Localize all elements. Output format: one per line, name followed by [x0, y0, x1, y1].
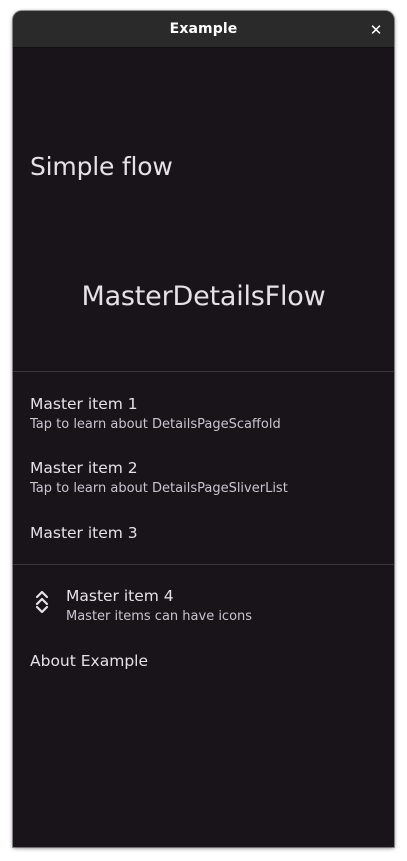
item-subtitle: Master items can have icons: [66, 609, 253, 624]
about-item[interactable]: About Example: [13, 651, 394, 675]
master-item-4[interactable]: Master item 4 Master items can have icon…: [13, 586, 394, 630]
item-subtitle: Tap to learn about DetailsPageScaffold: [30, 417, 281, 432]
title-bar: Example ✕: [13, 11, 394, 48]
item-title: About Example: [30, 652, 148, 670]
chevrons-icon: [33, 589, 51, 615]
item-title: Master item 3: [30, 524, 138, 542]
divider: [13, 564, 394, 565]
close-button[interactable]: ✕: [367, 21, 385, 39]
page-title: Simple flow: [30, 152, 173, 181]
divider: [13, 371, 394, 372]
app-window: Example ✕ Simple flow MasterDetailsFlow …: [13, 11, 394, 847]
item-subtitle: Tap to learn about DetailsPageSliverList: [30, 481, 288, 496]
master-list-page: Simple flow MasterDetailsFlow Master ite…: [13, 48, 394, 847]
window-title: Example: [169, 21, 238, 37]
item-title: Master item 2: [30, 459, 138, 477]
master-item-2[interactable]: Master item 2 Tap to learn about Details…: [13, 458, 394, 502]
item-title: Master item 4: [66, 587, 174, 605]
master-item-3[interactable]: Master item 3: [13, 523, 394, 547]
close-icon: ✕: [369, 21, 383, 39]
page-subtitle: MasterDetailsFlow: [81, 281, 326, 312]
item-title: Master item 1: [30, 395, 138, 413]
master-item-1[interactable]: Master item 1 Tap to learn about Details…: [13, 394, 394, 438]
